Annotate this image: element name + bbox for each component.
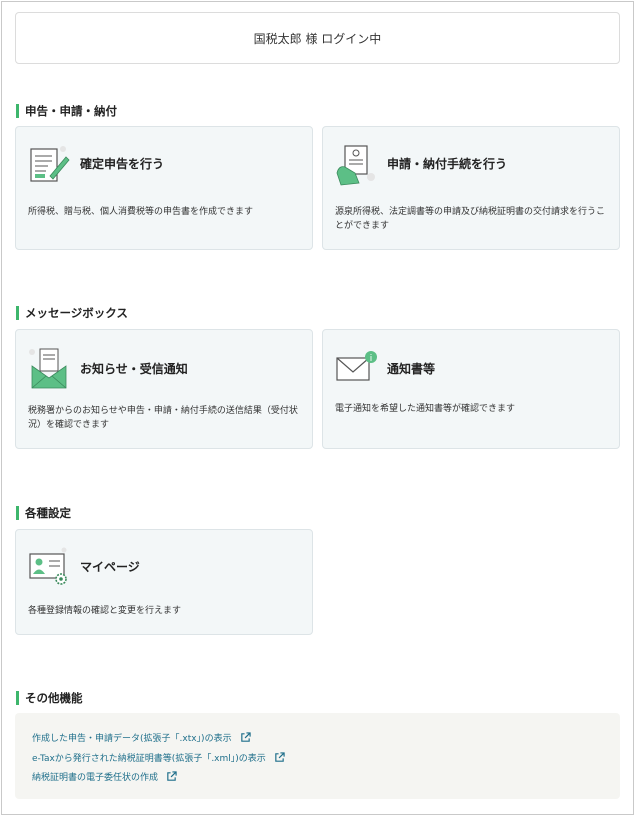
link-view-xml[interactable]: e-Taxから発行された納税証明書等(拡張子「.xml」)の表示 <box>32 751 285 764</box>
link-label: 作成した申告・申請データ(拡張子「.xtx」)の表示 <box>32 734 232 744</box>
external-link-icon <box>240 732 251 742</box>
section-title-settings: 各種設定 <box>16 506 71 520</box>
profile-gear-icon <box>29 547 67 585</box>
link-create-proxy[interactable]: 納税証明書の電子委任状の作成 <box>32 770 177 783</box>
external-link-icon <box>275 752 285 762</box>
link-label: e-Taxから発行された納税証明書等(拡張子「.xml」)の表示 <box>32 754 266 764</box>
link-view-xtx[interactable]: 作成した申告・申請データ(拡張子「.xtx」)の表示 <box>32 731 251 744</box>
login-status-box: 国税太郎 様 ログイン中 <box>15 12 620 64</box>
link-label: 納税証明書の電子委任状の作成 <box>32 773 159 783</box>
envelope-info-icon: i <box>336 351 377 381</box>
card-mypage[interactable]: マイページ 各種登録情報の確認と変更を行えます <box>15 529 313 635</box>
card-notices[interactable]: i 通知書等 電子通知を希望した通知書等が確認できます <box>322 329 620 449</box>
login-status-text: 国税太郎 様 ログイン中 <box>253 31 382 46</box>
form-pen-icon <box>30 146 70 182</box>
other-functions-box: 作成した申告・申請データ(拡張子「.xtx」)の表示 e-Taxから発行された納… <box>15 713 620 799</box>
section-title-messages: メッセージボックス <box>16 306 128 320</box>
card-title: 確定申告を行う <box>80 157 165 171</box>
card-description: 税務署からのお知らせや申告・申請・納付手続の送信結果（受付状況）を確認できます <box>28 406 298 430</box>
document-hand-icon <box>336 145 375 186</box>
external-link-icon <box>167 771 177 781</box>
card-notifications[interactable]: お知らせ・受信通知 税務署からのお知らせや申告・申請・納付手続の送信結果（受付状… <box>15 329 313 449</box>
card-title: 通知書等 <box>387 362 436 376</box>
card-title: マイページ <box>80 560 140 574</box>
envelope-open-icon <box>29 348 67 389</box>
card-application-payment[interactable]: 申請・納付手続を行う 源泉所得税、法定調書等の申請及び納税証明書の交付請求を行う… <box>322 126 620 250</box>
card-title: 申請・納付手続を行う <box>387 157 508 171</box>
card-description: 電子通知を希望した通知書等が確認できます <box>335 404 516 414</box>
card-description: 所得税、贈与税、個人消費税等の申告書を作成できます <box>28 207 254 217</box>
section-title-other: その他機能 <box>16 691 83 705</box>
card-description: 各種登録情報の確認と変更を行えます <box>28 606 182 616</box>
card-title: お知らせ・受信通知 <box>80 362 188 376</box>
card-tax-return[interactable]: 確定申告を行う 所得税、贈与税、個人消費税等の申告書を作成できます <box>15 126 313 250</box>
section-title-filing: 申告・申請・納付 <box>16 104 117 118</box>
card-description: 源泉所得税、法定調書等の申請及び納税証明書の交付請求を行うことができます <box>335 207 606 231</box>
svg-text:i: i <box>370 354 373 364</box>
